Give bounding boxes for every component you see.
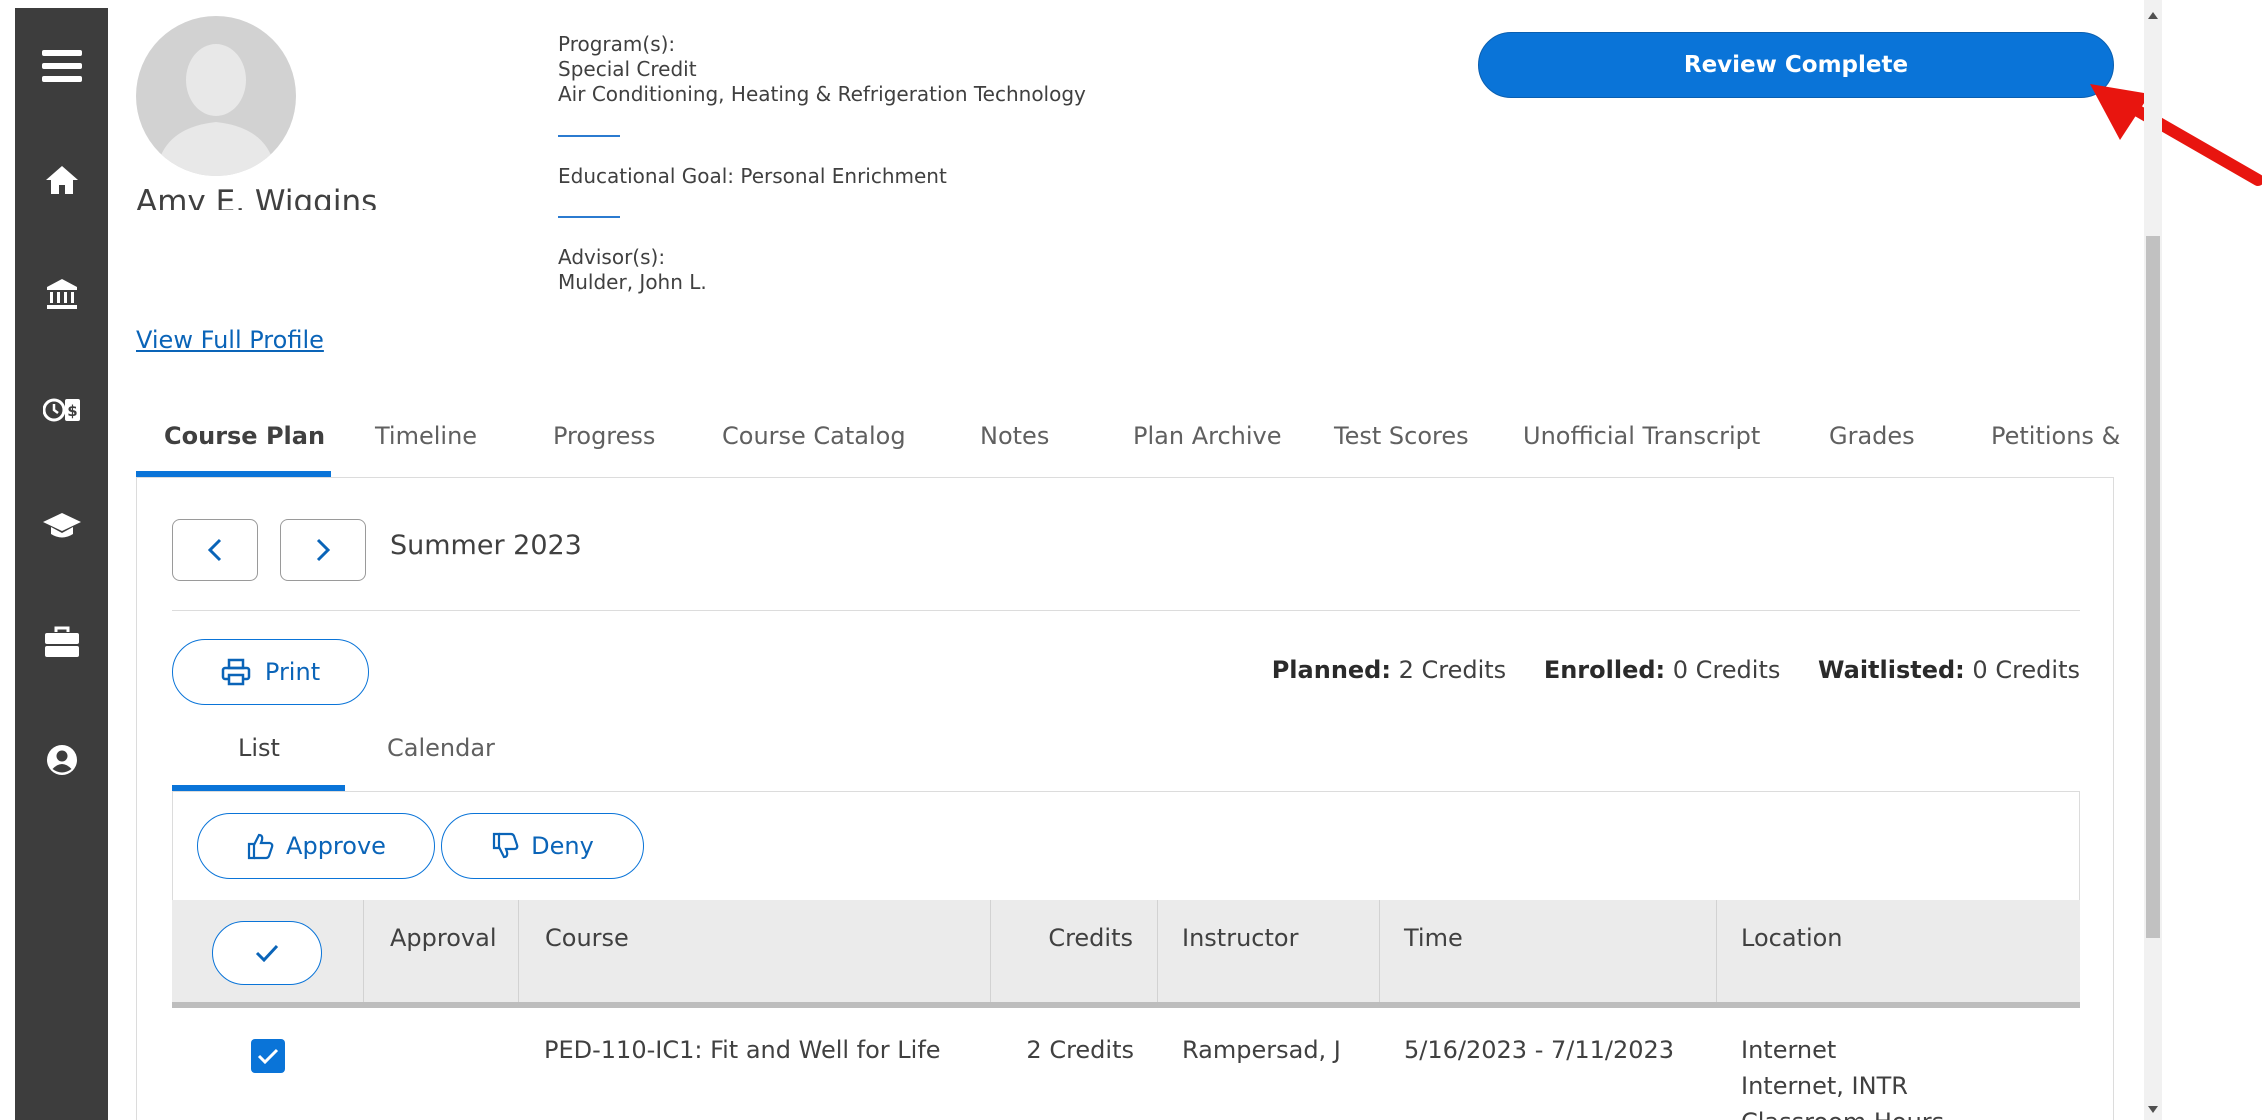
svg-text:$: $	[67, 402, 77, 420]
review-complete-button[interactable]: Review Complete	[1478, 32, 2114, 98]
tab-timeline[interactable]: Timeline	[375, 422, 477, 450]
advisor-name: Mulder, John L.	[558, 270, 707, 294]
credits-column-header: Credits	[991, 900, 1158, 1002]
program-special-credit: Special Credit	[558, 57, 697, 81]
scrollbar-thumb[interactable]	[2146, 236, 2160, 938]
approval-column-header: Approval	[364, 900, 519, 1002]
divider	[558, 216, 620, 218]
enrolled-value: 0 Credits	[1672, 656, 1781, 684]
programs-label: Program(s):	[558, 32, 676, 56]
briefcase-icon[interactable]	[15, 612, 108, 672]
approve-button[interactable]: Approve	[197, 813, 435, 879]
time-cell: 5/16/2023 - 7/11/2023	[1404, 1036, 1675, 1064]
user-circle-icon[interactable]	[15, 730, 108, 790]
chevron-right-icon	[316, 538, 331, 562]
student-name: Amy E. Wiggins	[136, 184, 378, 210]
tab-course-plan[interactable]: Course Plan	[164, 422, 325, 450]
active-subtab-indicator	[172, 785, 345, 791]
row-checkbox[interactable]	[251, 1039, 285, 1073]
instructor-cell: Rampersad, J	[1182, 1036, 1341, 1064]
divider	[172, 610, 2080, 611]
checkmark-icon	[257, 1048, 279, 1064]
active-tab-indicator	[136, 471, 331, 477]
view-tabs: List Calendar	[172, 728, 2080, 792]
next-term-button[interactable]	[280, 519, 366, 581]
menu-icon[interactable]	[15, 36, 108, 96]
print-button[interactable]: Print	[172, 639, 369, 705]
waitlisted-label: Waitlisted:	[1818, 656, 1965, 684]
scroll-down-arrow-icon[interactable]	[2144, 1100, 2162, 1118]
print-label: Print	[264, 658, 321, 686]
sidebar: $	[15, 8, 108, 1120]
course-cell[interactable]: PED-110-IC1: Fit and Well for Life	[544, 1032, 941, 1068]
location-column-header: Location	[1741, 924, 1843, 952]
select-all-button[interactable]	[212, 921, 322, 985]
table-header: Approval Course Credits Instructor Time …	[172, 900, 2080, 1008]
tab-plan-archive[interactable]: Plan Archive	[1133, 422, 1282, 450]
printer-icon	[221, 658, 251, 686]
thumbs-down-icon	[493, 832, 519, 859]
educational-goal: Educational Goal: Personal Enrichment	[558, 164, 947, 188]
time-column-header: Time	[1380, 900, 1717, 1002]
home-icon[interactable]	[15, 150, 108, 210]
advisors-label: Advisor(s):	[558, 245, 666, 269]
tab-course-catalog[interactable]: Course Catalog	[722, 422, 906, 450]
program-hvac: Air Conditioning, Heating & Refrigeratio…	[558, 82, 1086, 106]
bank-icon[interactable]	[15, 264, 108, 324]
tab-unofficial-transcript[interactable]: Unofficial Transcript	[1523, 422, 1760, 450]
location-line: Internet, INTR	[1741, 1072, 1908, 1100]
enrolled-label: Enrolled:	[1543, 656, 1666, 684]
planned-value: 2 Credits	[1398, 656, 1507, 684]
divider	[558, 135, 620, 137]
checkmark-icon	[255, 944, 279, 962]
tab-grades[interactable]: Grades	[1829, 422, 1915, 450]
approve-label: Approve	[286, 832, 386, 860]
thumbs-up-icon	[247, 833, 274, 860]
credits-summary: Planned: 2 Credits Enrolled: 0 Credits W…	[1272, 656, 2080, 684]
deny-label: Deny	[531, 832, 594, 860]
location-line: Internet	[1741, 1036, 1837, 1064]
annotation-arrow-icon	[2090, 84, 2262, 186]
tab-progress[interactable]: Progress	[553, 422, 655, 450]
chevron-left-icon	[207, 538, 222, 562]
planned-label: Planned:	[1271, 656, 1391, 684]
scroll-up-arrow-icon[interactable]	[2144, 6, 2162, 24]
term-label: Summer 2023	[390, 530, 582, 561]
tab-calendar[interactable]: Calendar	[387, 734, 495, 762]
instructor-column-header: Instructor	[1158, 900, 1380, 1002]
avatar	[136, 16, 296, 176]
waitlisted-value: 0 Credits	[1972, 656, 2080, 684]
location-line: Classroom Hours	[1741, 1104, 1944, 1120]
view-full-profile-link[interactable]: View Full Profile	[136, 326, 324, 354]
tab-list[interactable]: List	[238, 734, 280, 762]
credits-cell: 2 Credits	[1026, 1036, 1134, 1064]
financial-aid-icon[interactable]: $	[15, 380, 108, 440]
course-column-header: Course	[519, 900, 991, 1002]
tab-petitions[interactable]: Petitions &	[1991, 422, 2120, 450]
tab-notes[interactable]: Notes	[980, 422, 1049, 450]
previous-term-button[interactable]	[172, 519, 258, 581]
deny-button[interactable]: Deny	[441, 813, 644, 879]
main-tabs: Course Plan Timeline Progress Course Cat…	[136, 412, 2120, 478]
graduation-cap-icon[interactable]	[15, 496, 108, 556]
tab-test-scores[interactable]: Test Scores	[1334, 422, 1469, 450]
